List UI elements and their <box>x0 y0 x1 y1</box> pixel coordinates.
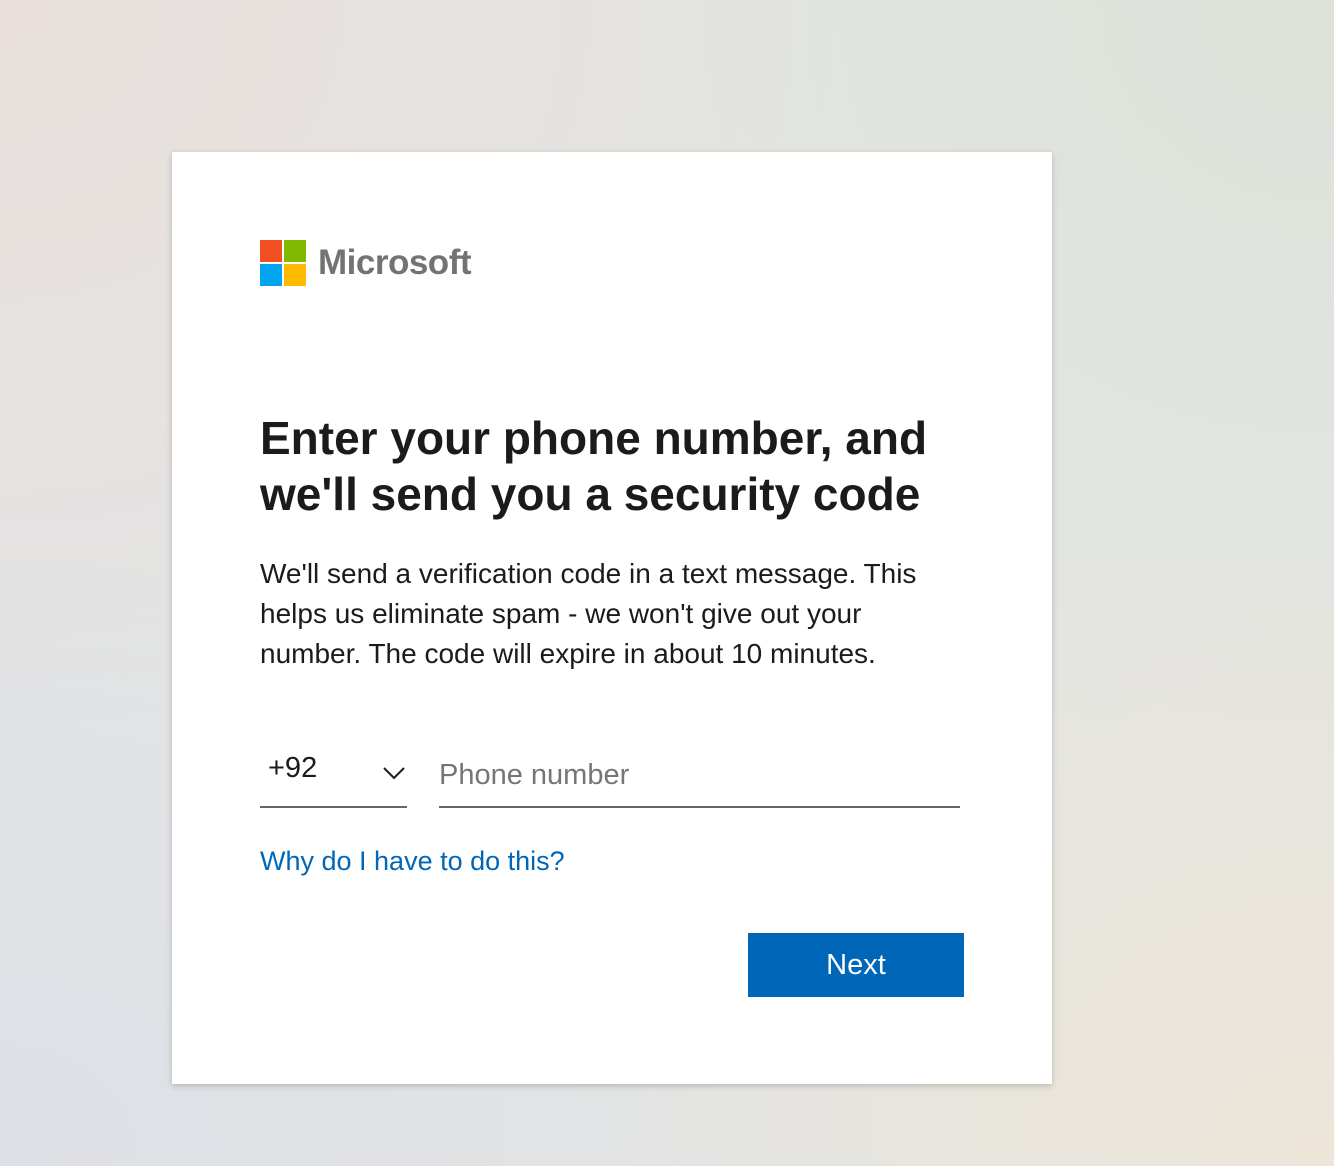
microsoft-logo-icon <box>260 240 306 286</box>
next-button[interactable]: Next <box>748 933 964 997</box>
logo-text: Microsoft <box>318 243 472 282</box>
chevron-down-icon <box>383 767 405 780</box>
country-code-select[interactable]: +92 <box>260 744 407 808</box>
microsoft-logo: Microsoft <box>260 240 472 286</box>
signup-card: Microsoft Enter your phone number, and w… <box>172 152 1052 1084</box>
logo-square-green <box>284 240 306 262</box>
logo-square-red <box>260 240 282 262</box>
description-text: We'll send a verification code in a text… <box>260 558 917 669</box>
logo-square-blue <box>260 264 282 286</box>
country-code-value: +92 <box>268 752 318 784</box>
why-do-i-have-to-link[interactable]: Why do I have to do this? <box>260 846 565 877</box>
page-title: Enter your phone number, and we'll send … <box>260 412 928 520</box>
phone-number-input[interactable] <box>439 744 960 808</box>
logo-square-yellow <box>284 264 306 286</box>
